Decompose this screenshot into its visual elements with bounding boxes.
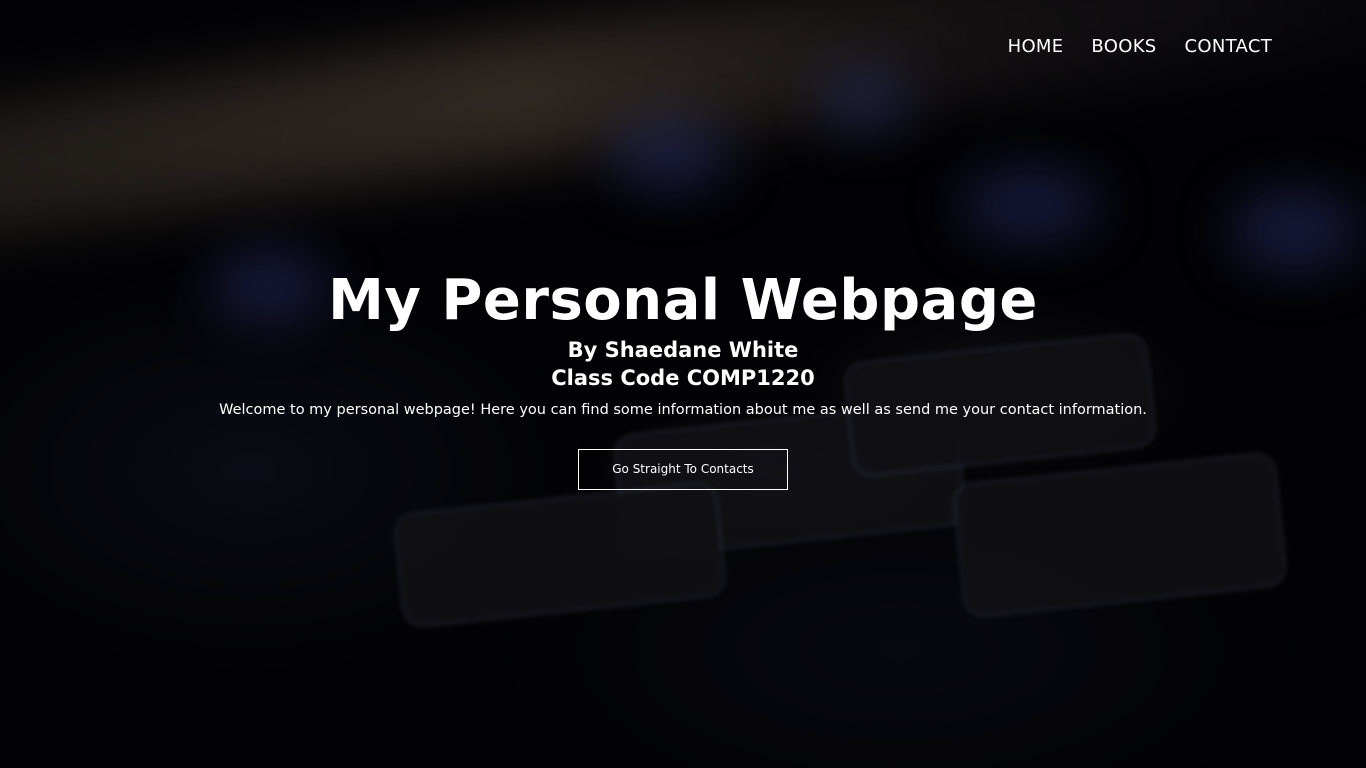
hero-content: My Personal Webpage By Shaedane White Cl… [0,268,1366,490]
hero-section: HOME BOOKS CONTACT My Personal Webpage B… [0,0,1366,768]
go-to-contacts-button[interactable]: Go Straight To Contacts [578,449,788,490]
top-navigation: HOME BOOKS CONTACT [1008,36,1272,57]
page-title: My Personal Webpage [328,268,1038,333]
nav-link-books[interactable]: BOOKS [1091,36,1156,57]
welcome-text: Welcome to my personal webpage! Here you… [219,402,1147,418]
author-line: By Shaedane White [567,338,799,362]
nav-link-contact[interactable]: CONTACT [1185,36,1272,57]
class-code-line: Class Code COMP1220 [551,366,815,390]
nav-link-home[interactable]: HOME [1008,36,1064,57]
